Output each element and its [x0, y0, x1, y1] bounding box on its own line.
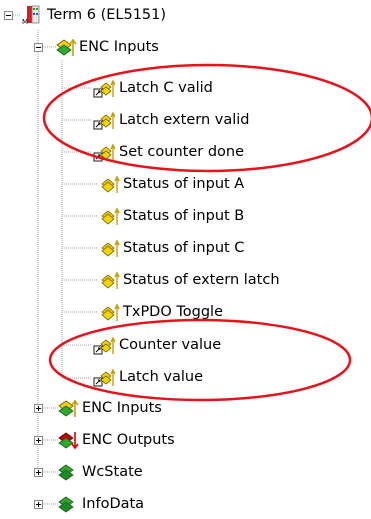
linked-input-variable-icon [93, 368, 115, 387]
enc-inputs-label: ENC Inputs [79, 39, 159, 55]
root-node-label: Term 6 (EL5151) [47, 7, 167, 23]
variable-label: Counter value [119, 337, 222, 353]
tree-node-variable[interactable]: Latch extern valid [119, 105, 250, 135]
tree-node-variable[interactable]: Status of input B [123, 201, 244, 231]
tree-node-variable[interactable]: Latch C valid [119, 73, 213, 103]
input-variable-icon [101, 303, 120, 321]
tree-node-variable[interactable]: Status of input C [123, 233, 244, 263]
variable-label: Status of input C [123, 240, 245, 256]
variable-label: Latch value [119, 369, 204, 385]
linked-input-variable-icon [93, 79, 115, 98]
infodata-icon [58, 496, 74, 513]
input-variable-icon [101, 175, 120, 193]
linked-input-variable-icon [93, 336, 115, 355]
input-variable-icon [101, 207, 120, 225]
enc-outputs-label: ENC Outputs [82, 432, 175, 448]
svg-text:M: M [22, 18, 28, 25]
wcstate-icon [58, 464, 74, 481]
tree-node-enc-outputs[interactable]: ENC Outputs [82, 425, 175, 455]
variable-label: TxPDO Toggle [123, 304, 223, 320]
terminal-module-icon: M [22, 5, 40, 25]
linked-input-variable-icon [93, 143, 115, 162]
tree-node-root[interactable]: Term 6 (EL5151) [47, 0, 166, 30]
variable-label: Status of input A [123, 176, 245, 192]
tree-node-enc-inputs-2[interactable]: ENC Inputs [82, 393, 162, 423]
variable-label: Latch extern valid [119, 112, 250, 128]
variable-label: Status of input B [123, 208, 245, 224]
tree-node-wcstate[interactable]: WcState [82, 457, 143, 487]
tree-node-variable[interactable]: Latch value [119, 362, 203, 392]
infodata-label: InfoData [82, 496, 145, 512]
input-variables-icon [58, 399, 79, 417]
expand-enc-inputs-button[interactable] [34, 404, 43, 413]
tree-node-variable[interactable]: Set counter done [119, 137, 244, 167]
tree-node-variable[interactable]: TxPDO Toggle [123, 297, 223, 327]
wcstate-label: WcState [82, 464, 143, 480]
variable-label: Status of extern latch [123, 272, 280, 288]
io-tree-view: M Term 6 (EL5151) ENC Inputs Latch C val… [0, 0, 371, 517]
collapse-root-button[interactable] [4, 11, 13, 20]
variable-label: Latch C valid [119, 80, 213, 96]
input-variable-icon [101, 239, 120, 257]
expand-wcstate-button[interactable] [34, 468, 43, 477]
tree-node-infodata[interactable]: InfoData [82, 489, 144, 519]
enc-inputs-2-label: ENC Inputs [82, 400, 162, 416]
expand-enc-outputs-button[interactable] [34, 436, 43, 445]
input-variables-icon [56, 38, 77, 56]
collapse-enc-inputs-button[interactable] [34, 43, 43, 52]
tree-node-enc-inputs[interactable]: ENC Inputs [79, 32, 159, 62]
linked-input-variable-icon [93, 111, 115, 130]
tree-node-variable[interactable]: Status of input A [123, 169, 244, 199]
tree-node-variable[interactable]: Status of extern latch [123, 265, 280, 295]
tree-node-variable[interactable]: Counter value [119, 330, 221, 360]
variable-label: Set counter done [119, 144, 245, 160]
output-variables-icon [58, 432, 79, 450]
expand-infodata-button[interactable] [34, 500, 43, 509]
input-variable-icon [101, 271, 120, 289]
